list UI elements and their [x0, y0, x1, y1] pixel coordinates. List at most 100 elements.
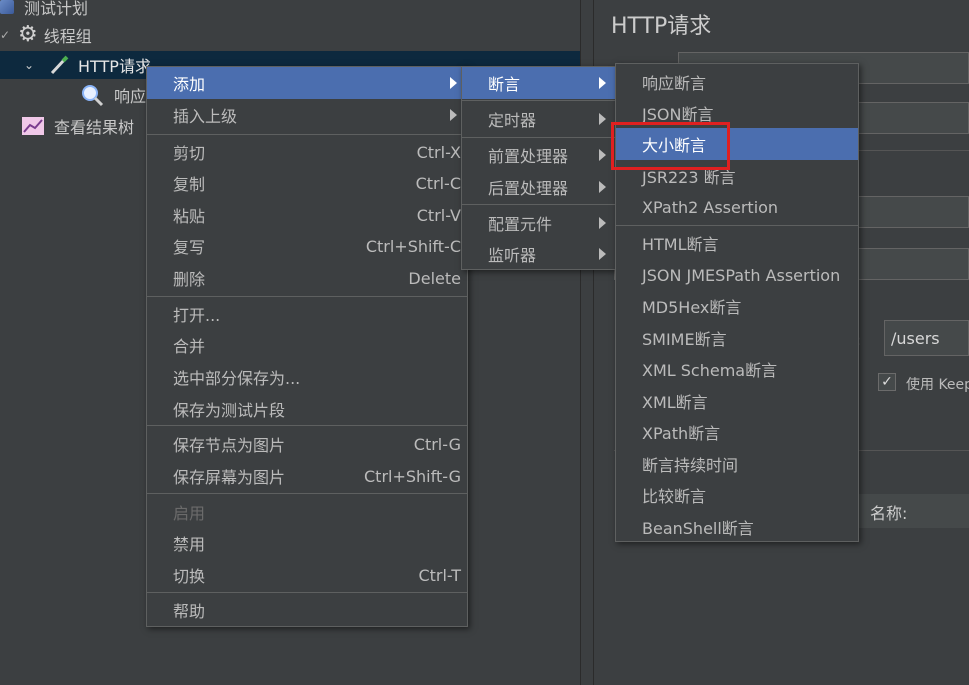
- menu-item-delete[interactable]: 删除 Delete: [147, 262, 467, 294]
- menu-separator: [462, 204, 616, 205]
- menu-item-response-assertion[interactable]: 响应断言: [616, 66, 858, 98]
- keepalive-checkbox[interactable]: ✓: [878, 373, 896, 391]
- menu-item-label: 帮助: [173, 602, 206, 621]
- menu-item-label: 添加: [173, 75, 206, 94]
- menu-item-toggle[interactable]: 切换 Ctrl-T: [147, 559, 467, 591]
- tree-item-label: 测试计划: [24, 0, 89, 18]
- menu-separator: [462, 100, 616, 101]
- menu-item-label: 断言持续时间: [642, 456, 739, 475]
- test-plan-icon: [0, 0, 14, 14]
- menu-item-config-elements[interactable]: 配置元件: [462, 207, 616, 239]
- menu-item-cut[interactable]: 剪切 Ctrl-X: [147, 136, 467, 168]
- menu-item-label: 定时器: [488, 111, 537, 130]
- submenu-arrow-icon: [599, 113, 606, 125]
- chevron-down-icon[interactable]: ⌄: [24, 58, 40, 72]
- tree-item-response-assertion[interactable]: 响应: [80, 81, 146, 109]
- menu-item-duration-assertion[interactable]: 断言持续时间: [616, 448, 858, 480]
- menu-separator: [147, 493, 467, 494]
- menu-item-label: 断言: [488, 75, 521, 94]
- menu-separator: [147, 134, 467, 135]
- menu-item-enable: 启用: [147, 496, 467, 528]
- chart-icon: [22, 117, 44, 135]
- menu-item-label: XPath2 Assertion: [642, 197, 779, 217]
- submenu-arrow-icon: [450, 77, 457, 89]
- shortcut-text: Ctrl-X: [416, 142, 461, 162]
- path-input[interactable]: /users: [884, 320, 969, 356]
- menu-item-copy[interactable]: 复制 Ctrl-C: [147, 167, 467, 199]
- menu-item-label: 剪切: [173, 144, 206, 163]
- menu-item-pre-processors[interactable]: 前置处理器: [462, 139, 616, 171]
- menu-item-xml-schema-assertion[interactable]: XML Schema断言: [616, 353, 858, 385]
- menu-item-xpath2-assertion[interactable]: XPath2 Assertion: [616, 191, 858, 223]
- shortcut-text: Ctrl+Shift-G: [364, 466, 461, 486]
- shortcut-text: Ctrl+Shift-C: [365, 236, 461, 256]
- menu-item-label: HTML断言: [642, 235, 719, 254]
- menu-item-merge[interactable]: 合并: [147, 329, 467, 361]
- menu-item-label: XML断言: [642, 393, 708, 412]
- menu-item-save-selection-as[interactable]: 选中部分保存为...: [147, 361, 467, 393]
- submenu-arrow-icon: [599, 181, 606, 193]
- menu-item-label: 删除: [173, 270, 206, 289]
- highlight-annotation-box: [611, 122, 730, 170]
- shortcut-text: Ctrl-C: [415, 173, 461, 193]
- expand-chevron-icon[interactable]: ✓: [0, 28, 14, 42]
- menu-item-disable[interactable]: 禁用: [147, 527, 467, 559]
- menu-item-help[interactable]: 帮助: [147, 594, 467, 626]
- menu-item-json-jmespath-assertion[interactable]: JSON JMESPath Assertion: [616, 259, 858, 291]
- menu-item-timers[interactable]: 定时器: [462, 103, 616, 135]
- menu-item-label: 切换: [173, 567, 206, 586]
- menu-item-smime-assertion[interactable]: SMIME断言: [616, 322, 858, 354]
- shortcut-text: Ctrl-V: [416, 205, 461, 225]
- menu-item-compare-assertion[interactable]: 比较断言: [616, 479, 858, 511]
- menu-item-open[interactable]: 打开...: [147, 298, 467, 330]
- menu-item-save-screen-as-image[interactable]: 保存屏幕为图片 Ctrl+Shift-G: [147, 460, 467, 492]
- menu-item-assertions[interactable]: 断言: [462, 67, 616, 99]
- tree-item-view-results-tree[interactable]: 查看结果树: [22, 112, 134, 140]
- menu-item-duplicate[interactable]: 复写 Ctrl+Shift-C: [147, 230, 467, 262]
- menu-separator: [147, 425, 467, 426]
- submenu-arrow-icon: [599, 248, 606, 260]
- menu-item-html-assertion[interactable]: HTML断言: [616, 227, 858, 259]
- menu-item-label: XML Schema断言: [642, 361, 778, 380]
- menu-item-save-node-as-image[interactable]: 保存节点为图片 Ctrl-G: [147, 428, 467, 460]
- menu-item-label: 选中部分保存为...: [173, 369, 301, 388]
- menu-item-label: 复写: [173, 238, 206, 257]
- tree-item-label: 线程组: [43, 27, 92, 46]
- menu-item-md5hex-assertion[interactable]: MD5Hex断言: [616, 290, 858, 322]
- menu-item-label: JSON JMESPath Assertion: [642, 265, 841, 285]
- menu-item-paste[interactable]: 粘贴 Ctrl-V: [147, 199, 467, 231]
- menu-item-save-as-test-fragment[interactable]: 保存为测试片段: [147, 393, 467, 425]
- menu-item-label: 响应断言: [642, 74, 707, 93]
- submenu-arrow-icon: [599, 217, 606, 229]
- submenu-arrow-icon: [450, 109, 457, 121]
- menu-item-label: 保存为测试片段: [173, 401, 286, 420]
- menu-item-listeners[interactable]: 监听器: [462, 238, 616, 270]
- menu-item-label: BeanShell断言: [642, 519, 754, 538]
- menu-item-label: 比较断言: [642, 487, 707, 506]
- menu-item-xml-assertion[interactable]: XML断言: [616, 385, 858, 417]
- menu-item-add[interactable]: 添加: [147, 67, 467, 99]
- tree-item-label: HTTP请求: [78, 57, 151, 76]
- menu-item-post-processors[interactable]: 后置处理器: [462, 171, 616, 203]
- tree-item-test-plan[interactable]: 测试计划: [0, 0, 88, 21]
- menu-item-xpath-assertion[interactable]: XPath断言: [616, 416, 858, 448]
- submenu-arrow-icon: [599, 149, 606, 161]
- tree-item-thread-group[interactable]: ✓ ⚙ 线程组: [0, 21, 92, 49]
- menu-item-beanshell-assertion[interactable]: BeanShell断言: [616, 511, 858, 543]
- menu-item-label: 保存屏幕为图片: [173, 468, 286, 487]
- menu-item-label: 配置元件: [488, 215, 553, 234]
- menu-item-label: 启用: [173, 504, 206, 523]
- menu-item-insert-parent[interactable]: 插入上级: [147, 99, 467, 131]
- menu-item-label: 保存节点为图片: [173, 436, 286, 455]
- submenu-arrow-icon: [599, 77, 606, 89]
- menu-separator: [462, 137, 616, 138]
- tree-item-label: 查看结果树: [54, 118, 135, 137]
- shortcut-text: Ctrl-G: [413, 434, 461, 454]
- context-menu: 添加 插入上级 剪切 Ctrl-X 复制 Ctrl-C 粘贴 Ctrl-V 复写 Ctr…: [146, 66, 468, 627]
- menu-item-label: 监听器: [488, 246, 537, 265]
- menu-item-label: 前置处理器: [488, 147, 569, 166]
- shortcut-text: Delete: [408, 268, 461, 288]
- tree-item-label: 响应: [114, 87, 147, 106]
- magnifier-icon: [80, 83, 104, 107]
- name-column-label: 名称:: [870, 504, 908, 523]
